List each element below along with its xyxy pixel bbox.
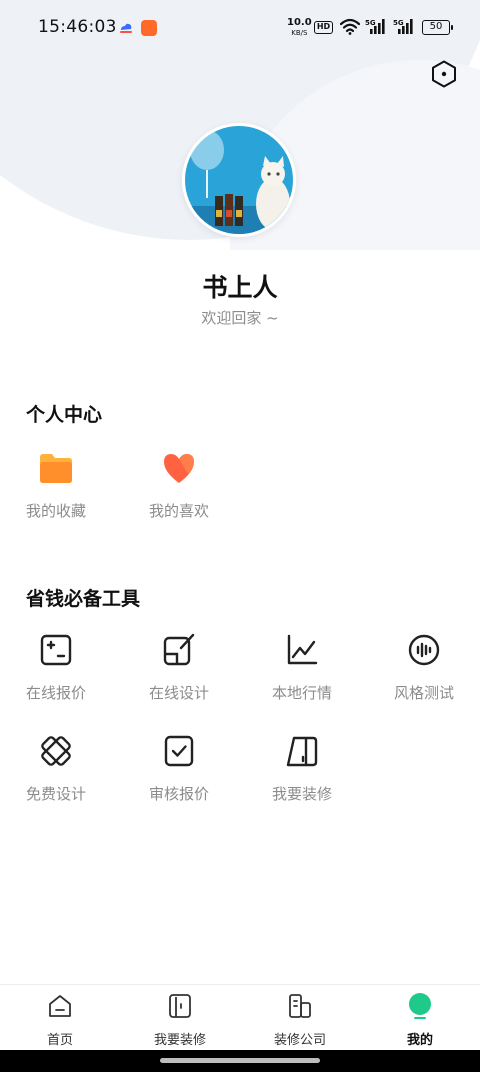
nav-renovate[interactable]: 我要装修 <box>120 985 240 1051</box>
signal-icon-1: 5G <box>365 19 385 34</box>
home-icon <box>49 995 71 1017</box>
style-test-item[interactable]: 风格测试 <box>374 632 474 722</box>
renovate-icon <box>286 736 318 767</box>
calculator-icon <box>40 634 72 666</box>
cloud-app-icon <box>120 23 132 33</box>
net-speed: 10.0 KB/S <box>287 17 312 38</box>
svg-text:5G: 5G <box>365 19 376 27</box>
welcome-text: 欢迎回家 ~ <box>201 309 279 327</box>
svg-text:5G: 5G <box>393 19 404 27</box>
settings-hexagon-icon[interactable] <box>429 59 459 89</box>
avatar[interactable] <box>182 123 296 237</box>
review-quote-item[interactable]: 审核报价 <box>129 733 229 823</box>
status-time: 15:46:03 <box>38 17 117 37</box>
my-likes-item[interactable]: 我的喜欢 <box>129 450 229 540</box>
signal-icon-2: 5G <box>393 19 413 34</box>
hd-badge: HD <box>314 21 333 34</box>
online-design-item[interactable]: 在线设计 <box>129 632 229 722</box>
status-bar: 15:46:03 10.0 KB/S HD 5G 5G 50 <box>0 0 480 56</box>
bottom-nav: 首页 我要装修 装修公司 我的 <box>0 984 480 1050</box>
free-design-item[interactable]: 免费设计 <box>6 733 106 823</box>
building-icon <box>289 994 311 1018</box>
local-market-item[interactable]: 本地行情 <box>252 632 352 722</box>
wifi-icon <box>340 18 360 35</box>
user-name: 书上人 <box>202 273 278 302</box>
avatar-photo <box>185 126 293 234</box>
design-icon <box>163 633 195 666</box>
check-icon <box>164 735 194 767</box>
folder-icon <box>40 454 72 483</box>
nav-home[interactable]: 首页 <box>0 985 120 1051</box>
personal-center-title: 个人中心 <box>26 404 103 426</box>
chart-icon <box>287 634 318 665</box>
nav-mine[interactable]: 我的 <box>360 985 480 1051</box>
my-favorites-item[interactable]: 我的收藏 <box>6 450 106 540</box>
online-quote-item[interactable]: 在线报价 <box>6 632 106 722</box>
renovate-item[interactable]: 我要装修 <box>252 733 352 823</box>
shopping-app-icon <box>141 20 157 36</box>
home-indicator[interactable] <box>160 1058 320 1063</box>
heart-icon <box>164 454 194 483</box>
ruler-icon <box>41 736 71 766</box>
style-test-icon <box>408 634 440 666</box>
nav-company[interactable]: 装修公司 <box>240 985 360 1051</box>
gesture-bar <box>0 1050 480 1072</box>
tools-title: 省钱必备工具 <box>26 588 141 610</box>
battery-indicator: 50 <box>422 20 453 35</box>
profile-dot-icon <box>409 993 431 1019</box>
door-icon <box>169 994 191 1018</box>
